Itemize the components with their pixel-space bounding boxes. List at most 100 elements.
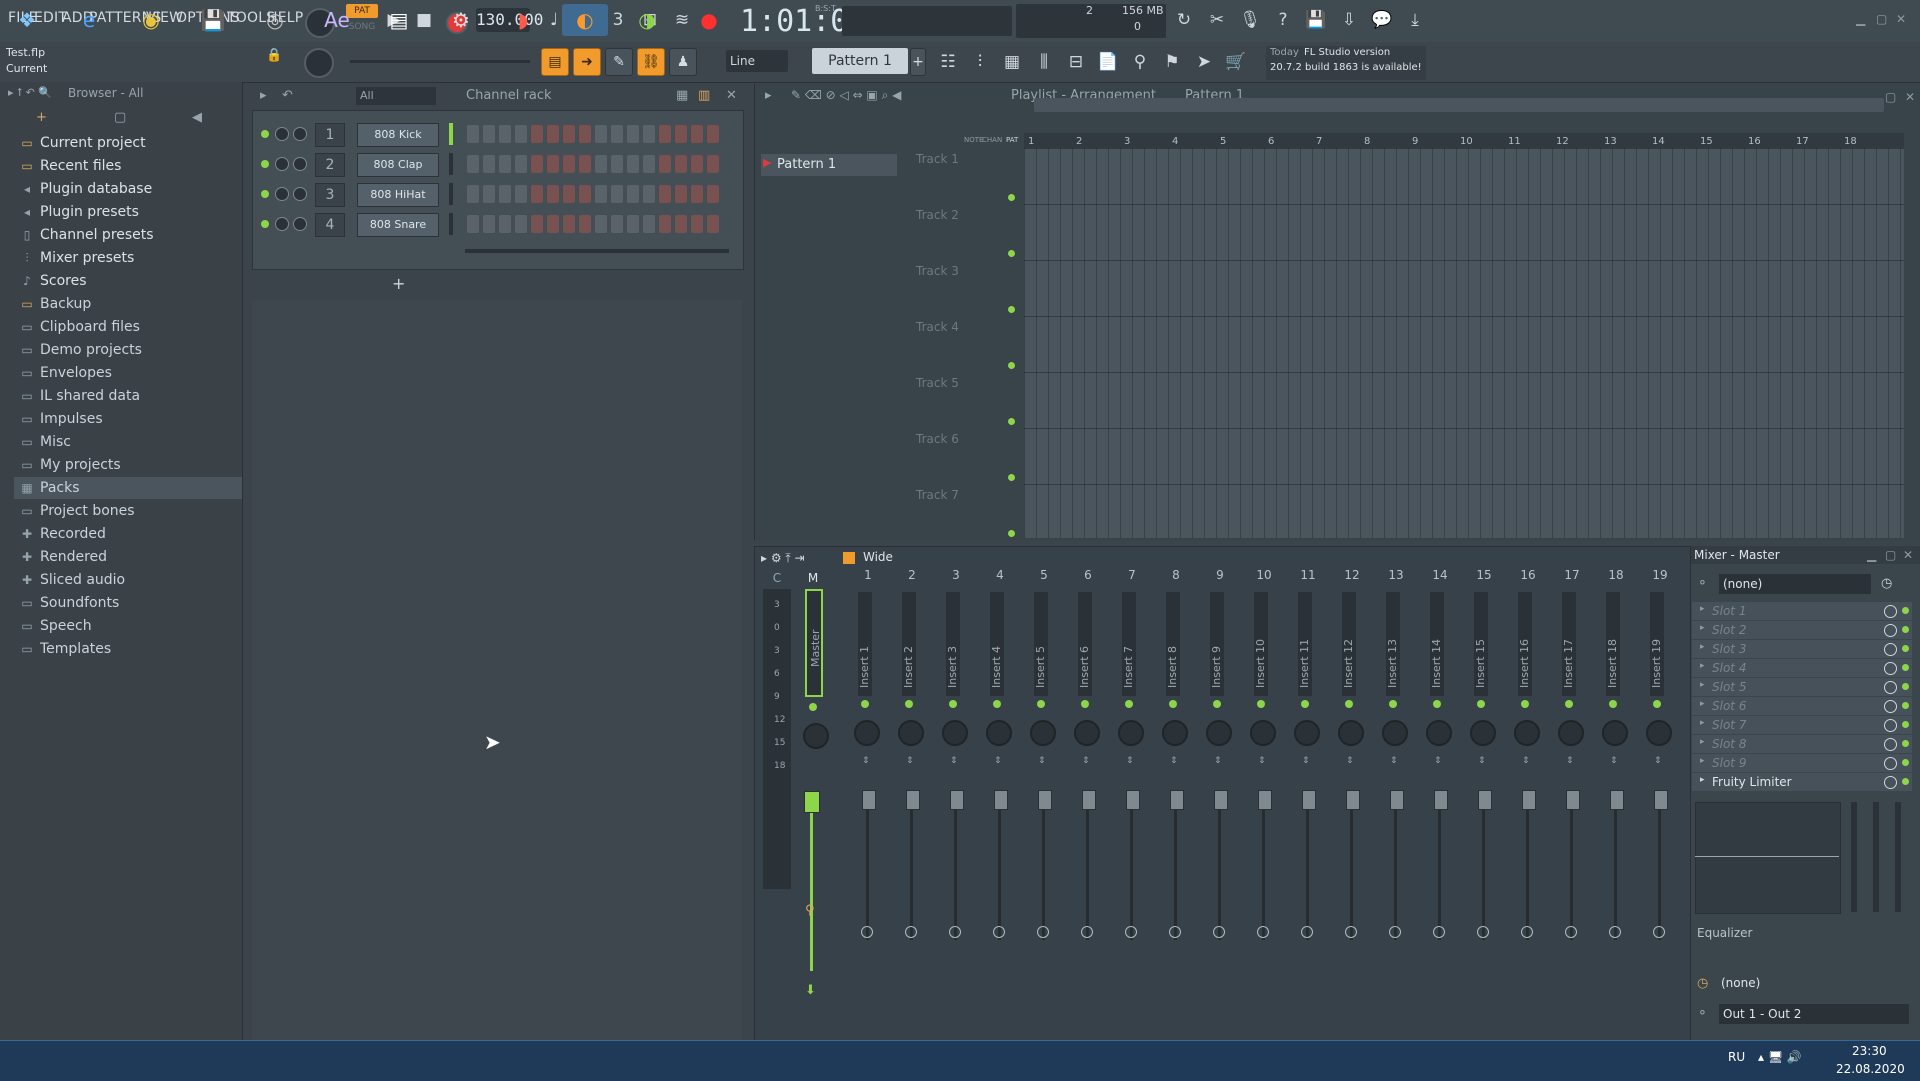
clock-date[interactable]: 22.08.2020 xyxy=(1836,1062,1905,1076)
step-button[interactable] xyxy=(691,155,703,173)
insert-pan-knob[interactable] xyxy=(942,720,968,746)
channel-filter-select[interactable]: All xyxy=(356,87,436,105)
step-button[interactable] xyxy=(707,155,719,173)
insert-number[interactable]: 8 xyxy=(1156,568,1196,582)
chrome-icon[interactable]: ◉ xyxy=(128,4,174,36)
insert-stereo-icon[interactable]: ⇕ xyxy=(994,756,1002,766)
track-enable-led[interactable] xyxy=(1008,194,1015,201)
insert-fader[interactable] xyxy=(1214,790,1228,810)
shop-icon[interactable]: 🛒 xyxy=(1222,48,1250,76)
step-button[interactable] xyxy=(563,125,575,143)
insert-stereo-icon[interactable]: ⇕ xyxy=(1302,756,1310,766)
insert-enable-led[interactable] xyxy=(1565,700,1573,708)
step-button[interactable] xyxy=(579,125,591,143)
step-button[interactable] xyxy=(515,155,527,173)
piano-roll-window-icon[interactable]: ⫶ xyxy=(966,48,994,76)
insert-name[interactable]: Insert 14 xyxy=(1430,632,1444,688)
channel-number[interactable]: 2 xyxy=(315,153,345,177)
master-send-arrow-icon[interactable]: ⬇ xyxy=(805,983,816,998)
browser-item[interactable]: ✚ Recorded xyxy=(20,523,106,545)
step-button[interactable] xyxy=(483,215,495,233)
insert-fader[interactable] xyxy=(1170,790,1184,810)
playlist-maximize-icon[interactable]: ▢ xyxy=(1885,90,1896,104)
channel-rack-scrollbar[interactable] xyxy=(465,249,729,253)
insert-pan-knob[interactable] xyxy=(1338,720,1364,746)
insert-enable-led[interactable] xyxy=(1169,700,1177,708)
browser-item[interactable]: ✚ Sliced audio xyxy=(20,569,125,591)
insert-number[interactable]: 13 xyxy=(1376,568,1416,582)
maximize-icon[interactable]: ▢ xyxy=(1876,12,1887,26)
insert-fader[interactable] xyxy=(950,790,964,810)
chat-icon[interactable]: 💬 xyxy=(1368,6,1396,34)
insert-enable-led[interactable] xyxy=(949,700,957,708)
step-button[interactable] xyxy=(467,125,479,143)
step-button[interactable] xyxy=(515,125,527,143)
slot-mix-knob[interactable] xyxy=(1884,719,1897,732)
insert-stereo-icon[interactable]: ⇕ xyxy=(1346,756,1354,766)
channel-row[interactable]: 4 808 Snare xyxy=(253,211,743,239)
browser-item[interactable]: ▦ Packs xyxy=(14,477,242,499)
browser-item[interactable]: ▭ Templates xyxy=(20,638,111,660)
piano-roll-icon[interactable]: ▤ xyxy=(541,48,569,76)
channel-rack-window-icon[interactable]: ▦ xyxy=(998,48,1026,76)
insert-name[interactable]: Insert 11 xyxy=(1298,632,1312,688)
step-button[interactable] xyxy=(659,155,671,173)
channel-pan-knob[interactable] xyxy=(275,217,289,231)
insert-route-icon[interactable] xyxy=(1433,926,1445,938)
channel-number[interactable]: 1 xyxy=(315,123,345,147)
pitch-slider[interactable] xyxy=(350,60,530,63)
pattern-selector[interactable]: Pattern 1 xyxy=(812,48,908,74)
insert-route-icon[interactable] xyxy=(1653,926,1665,938)
channel-rack-graph-icon[interactable]: ▦ xyxy=(676,88,688,103)
insert-stereo-icon[interactable]: ⇕ xyxy=(1434,756,1442,766)
browser-item[interactable]: ▭ Current project xyxy=(20,132,145,154)
insert-enable-led[interactable] xyxy=(1257,700,1265,708)
step-button[interactable] xyxy=(659,125,671,143)
insert-stereo-icon[interactable]: ⇕ xyxy=(1038,756,1046,766)
slot-enable-led[interactable] xyxy=(1902,664,1909,671)
microphone-icon[interactable]: 🎙 xyxy=(1236,6,1264,34)
insert-pan-knob[interactable] xyxy=(898,720,924,746)
insert-enable-led[interactable] xyxy=(1301,700,1309,708)
track-enable-led[interactable] xyxy=(1008,530,1015,537)
slot-enable-led[interactable] xyxy=(1902,778,1909,785)
slot-mix-knob[interactable] xyxy=(1884,624,1897,637)
channel-volume-knob[interactable] xyxy=(293,217,307,231)
insert-name[interactable]: Insert 16 xyxy=(1518,632,1532,688)
lock-icon[interactable]: 🔒 xyxy=(266,48,282,63)
tab-pat[interactable]: PAT xyxy=(1006,136,1018,144)
browser-item[interactable]: ▭ Speech xyxy=(20,615,91,637)
slot-enable-led[interactable] xyxy=(1902,645,1909,652)
step-button[interactable] xyxy=(627,125,639,143)
channel-pan-knob[interactable] xyxy=(275,157,289,171)
insert-pan-knob[interactable] xyxy=(1250,720,1276,746)
insert-stereo-icon[interactable]: ⇕ xyxy=(1258,756,1266,766)
insert-route-icon[interactable] xyxy=(1257,926,1269,938)
plugin-picker-icon[interactable]: 📄 xyxy=(1094,48,1122,76)
step-button[interactable] xyxy=(483,125,495,143)
insert-number[interactable]: 19 xyxy=(1640,568,1680,582)
insert-name[interactable]: Insert 18 xyxy=(1606,632,1620,688)
slot-enable-led[interactable] xyxy=(1902,759,1909,766)
insert-name[interactable]: Insert 15 xyxy=(1474,632,1488,688)
step-button[interactable] xyxy=(707,125,719,143)
download-icon[interactable]: ⤓ xyxy=(1401,6,1429,34)
insert-enable-led[interactable] xyxy=(1609,700,1617,708)
channel-row[interactable]: 2 808 Clap xyxy=(253,151,743,179)
after-effects-icon[interactable]: Ae xyxy=(314,4,360,36)
insert-stereo-icon[interactable]: ⇕ xyxy=(1566,756,1574,766)
insert-route-icon[interactable] xyxy=(993,926,1005,938)
insert-name[interactable]: Insert 2 xyxy=(902,632,916,688)
insert-name[interactable]: Insert 17 xyxy=(1562,632,1576,688)
insert-number[interactable]: 9 xyxy=(1200,568,1240,582)
insert-pan-knob[interactable] xyxy=(1294,720,1320,746)
mixer-input-select[interactable]: (none) xyxy=(1719,574,1871,594)
step-button[interactable] xyxy=(627,185,639,203)
step-button[interactable] xyxy=(483,185,495,203)
insert-pan-knob[interactable] xyxy=(1382,720,1408,746)
insert-fader[interactable] xyxy=(1346,790,1360,810)
insert-name[interactable]: Insert 1 xyxy=(858,632,872,688)
insert-pan-knob[interactable] xyxy=(1162,720,1188,746)
tab-note[interactable]: NOTE xyxy=(964,136,983,144)
channel-rack-menu-icon[interactable]: ▸ xyxy=(260,88,267,103)
